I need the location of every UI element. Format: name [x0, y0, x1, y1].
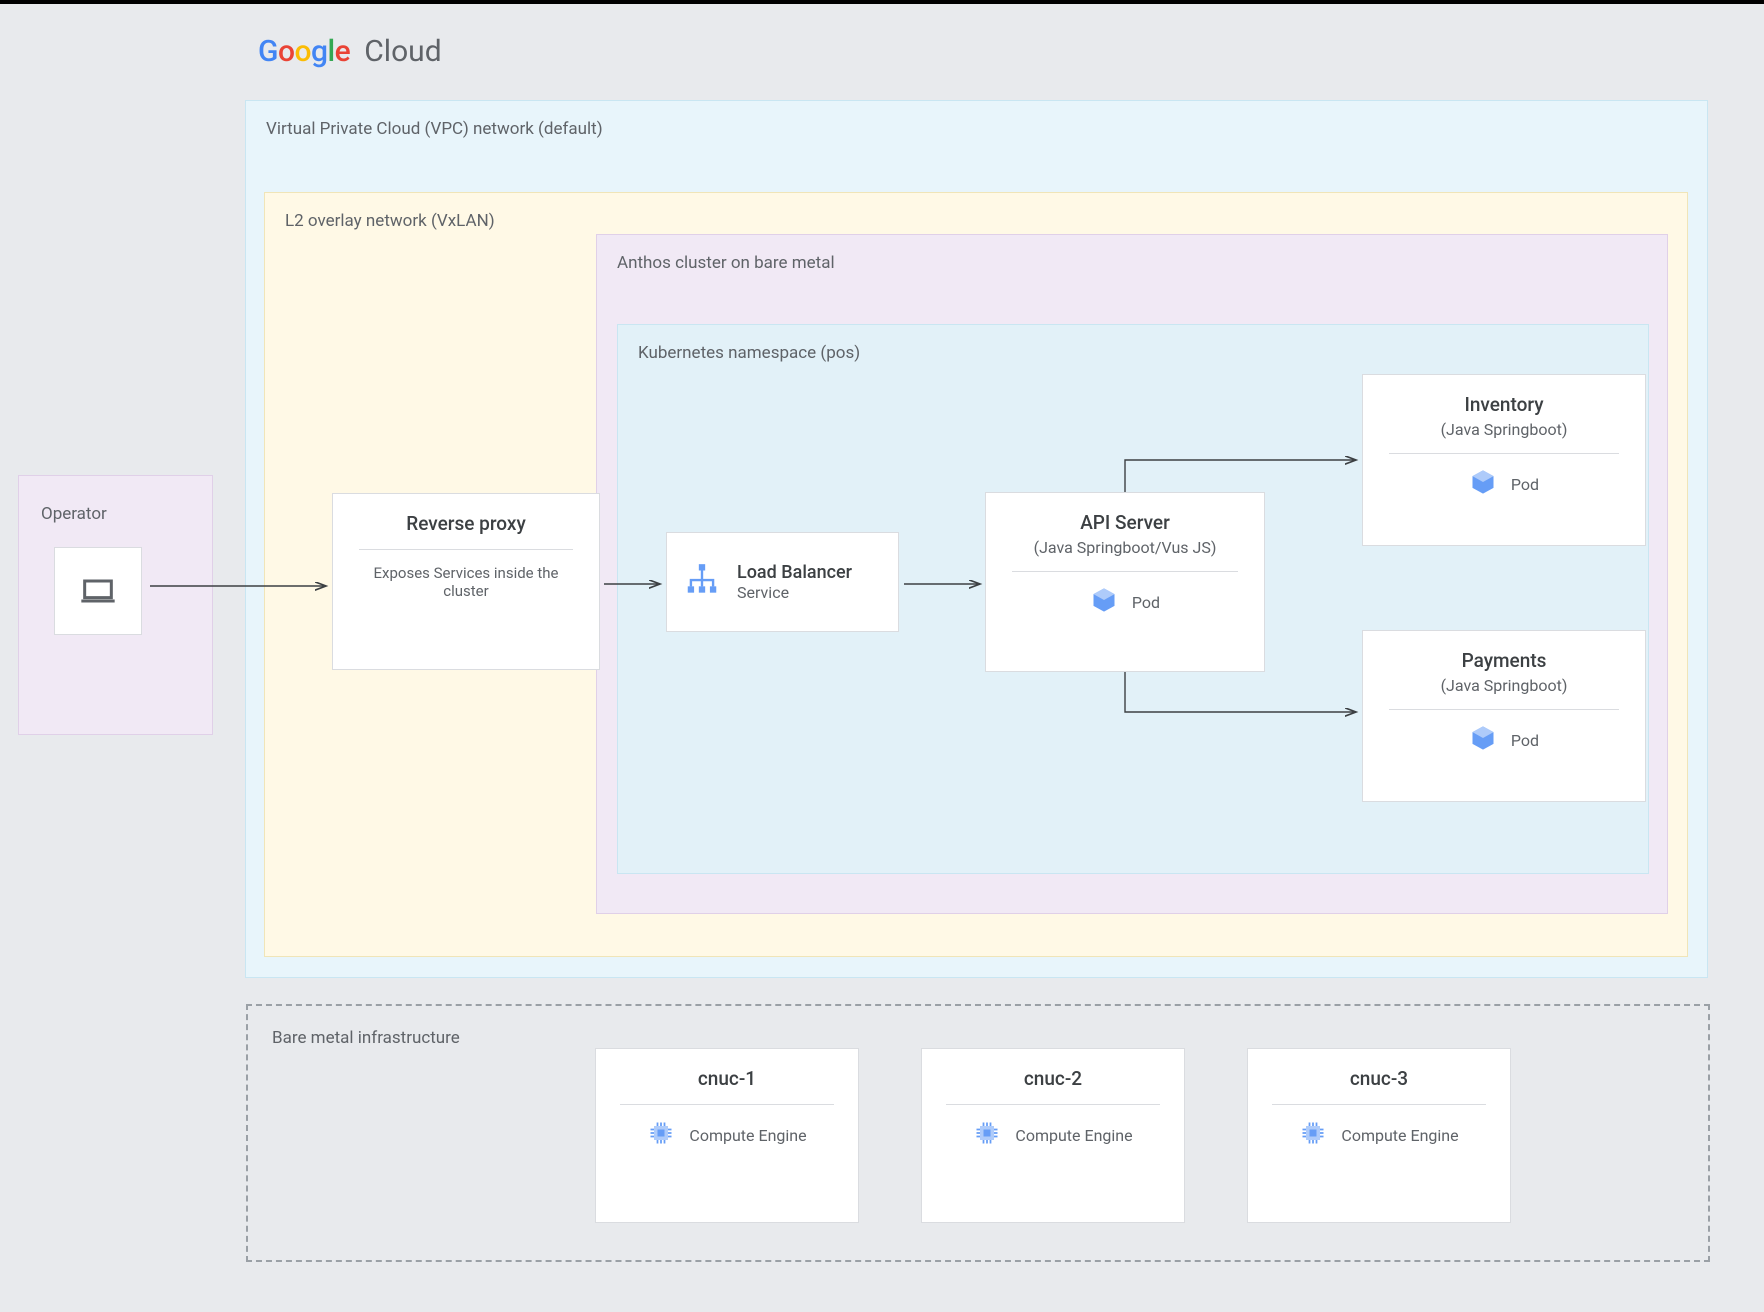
lb-sub: Service	[737, 583, 852, 602]
laptop-icon	[54, 547, 142, 635]
pod-icon	[1090, 586, 1118, 618]
vpc-label: Virtual Private Cloud (VPC) network (def…	[266, 119, 1687, 139]
pay-title: Payments	[1379, 649, 1629, 672]
pod-icon	[1469, 724, 1497, 756]
lb-title: Load Balancer	[737, 562, 852, 583]
compute-engine-icon	[973, 1119, 1001, 1151]
cloud-word: Cloud	[364, 34, 441, 69]
inv-title: Inventory	[1379, 393, 1629, 416]
reverse-desc: Exposes Services inside the cluster	[349, 564, 583, 600]
bmi-label: Bare metal infrastructure	[272, 1028, 1684, 1048]
anthos-label: Anthos cluster on bare metal	[617, 253, 1647, 273]
vm-name: cnuc-1	[610, 1067, 844, 1090]
vm-card: cnuc-2 Compute Engine	[921, 1048, 1185, 1223]
api-title: API Server	[1002, 511, 1248, 534]
inv-sub: (Java Springboot)	[1379, 420, 1629, 439]
k8s-label: Kubernetes namespace (pos)	[638, 343, 1628, 363]
load-balancer-card: Load Balancer Service	[666, 532, 899, 632]
inv-pod-label: Pod	[1511, 475, 1539, 494]
api-sub: (Java Springboot/Vus JS)	[1002, 538, 1248, 557]
inventory-card: Inventory (Java Springboot) Pod	[1362, 374, 1646, 546]
compute-engine-icon	[1299, 1119, 1327, 1151]
api-server-card: API Server (Java Springboot/Vus JS) Pod	[985, 492, 1265, 672]
vm-card: cnuc-1 Compute Engine	[595, 1048, 859, 1223]
compute-engine-icon	[647, 1119, 675, 1151]
operator-label: Operator	[41, 504, 190, 524]
load-balancer-icon	[683, 561, 721, 603]
vm-name: cnuc-3	[1262, 1067, 1496, 1090]
l2-label: L2 overlay network (VxLAN)	[285, 211, 1667, 231]
pay-pod-label: Pod	[1511, 731, 1539, 750]
google-cloud-logo: Google Cloud	[258, 34, 442, 69]
vm-type: Compute Engine	[689, 1126, 806, 1145]
payments-card: Payments (Java Springboot) Pod	[1362, 630, 1646, 802]
pod-icon	[1469, 468, 1497, 500]
vm-card: cnuc-3 Compute Engine	[1247, 1048, 1511, 1223]
vm-name: cnuc-2	[936, 1067, 1170, 1090]
vm-row: cnuc-1 Compute Engine cnuc-2 Compute Eng…	[595, 1048, 1511, 1223]
api-pod-label: Pod	[1132, 593, 1160, 612]
vm-type: Compute Engine	[1341, 1126, 1458, 1145]
vm-type: Compute Engine	[1015, 1126, 1132, 1145]
reverse-proxy-card: Reverse proxy Exposes Services inside th…	[332, 493, 600, 670]
pay-sub: (Java Springboot)	[1379, 676, 1629, 695]
reverse-title: Reverse proxy	[349, 512, 583, 535]
